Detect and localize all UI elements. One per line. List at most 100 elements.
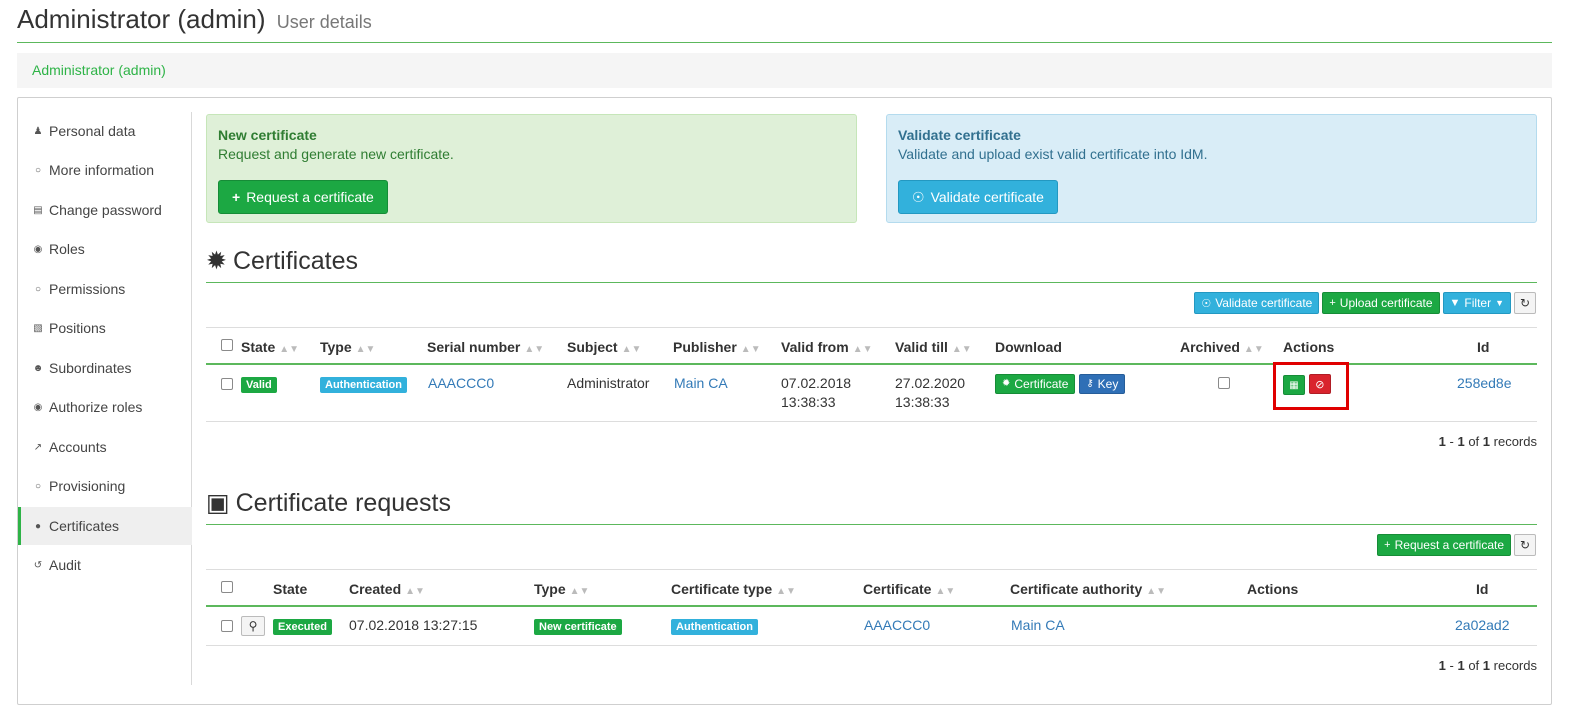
certificates-toolbar: ☉ Validate certificate + Upload certific… bbox=[1194, 292, 1536, 314]
plus-icon: + bbox=[232, 189, 241, 205]
serial-number-link[interactable]: AAACCC0 bbox=[428, 375, 494, 391]
users-icon: ☻ bbox=[32, 362, 44, 374]
request-authority-link[interactable]: Main CA bbox=[1011, 617, 1065, 633]
toolbar-request-label: Request a certificate bbox=[1394, 538, 1504, 552]
sidebar-item-roles[interactable]: ◉ Roles bbox=[18, 230, 192, 268]
certificate-id-link[interactable]: 258ed8e bbox=[1457, 375, 1512, 391]
subject-cell: Administrator bbox=[567, 375, 650, 391]
request-id-link[interactable]: 2a02ad2 bbox=[1455, 617, 1510, 633]
download-buttons: ✹ Certificate ⚷ Key bbox=[995, 373, 1126, 394]
sidebar-item-label: Audit bbox=[49, 557, 81, 573]
request-row-checkbox[interactable] bbox=[221, 619, 233, 635]
validate-certificate-button[interactable]: ☉ Validate certificate bbox=[898, 180, 1058, 214]
requests-select-all-checkbox[interactable] bbox=[221, 580, 233, 596]
sidebar-item-label: Accounts bbox=[49, 439, 107, 455]
sidebar-item-permissions[interactable]: ○ Permissions bbox=[18, 270, 192, 308]
col-valid-till[interactable]: Valid till ▲▼ bbox=[895, 339, 972, 355]
plus-icon: + bbox=[1384, 539, 1391, 551]
page-title-text: Administrator (admin) bbox=[17, 4, 266, 34]
sort-icon: ▲▼ bbox=[776, 586, 796, 597]
col-request-id: Id bbox=[1476, 581, 1489, 597]
col-archived[interactable]: Archived ▲▼ bbox=[1180, 339, 1264, 355]
sidebar-item-authorize-roles[interactable]: ◉ Authorize roles bbox=[18, 388, 192, 426]
sidebar-item-positions[interactable]: ▧ Positions bbox=[18, 309, 192, 347]
refresh-icon: ↻ bbox=[1519, 296, 1531, 310]
refresh-button[interactable]: ↻ bbox=[1514, 292, 1536, 314]
filter-icon: ▼ bbox=[1449, 297, 1461, 309]
request-certificate-label: Request a certificate bbox=[246, 189, 374, 205]
circle-icon: ○ bbox=[34, 480, 42, 492]
sidebar-item-change-password[interactable]: ▤ Change password bbox=[18, 191, 192, 229]
col-request-actions: Actions bbox=[1247, 581, 1299, 597]
sidebar-item-label: Provisioning bbox=[49, 478, 126, 494]
sidebar-item-more-information[interactable]: ○ More information bbox=[18, 151, 192, 189]
sidebar-item-label: Subordinates bbox=[49, 360, 132, 376]
roles-icon: ◉ bbox=[33, 243, 43, 255]
requests-refresh-button[interactable]: ↻ bbox=[1514, 534, 1536, 556]
type-badge: Authentication bbox=[320, 375, 407, 393]
col-state[interactable]: State ▲▼ bbox=[241, 339, 299, 355]
sidebar-item-certificates[interactable]: ● Certificates bbox=[18, 507, 192, 545]
row-checkbox[interactable] bbox=[221, 377, 233, 393]
request-detail-button[interactable]: ⚲ bbox=[241, 616, 265, 636]
request-certificate-link[interactable]: AAACCC0 bbox=[864, 617, 930, 633]
sort-icon: ▲▼ bbox=[569, 586, 590, 597]
sidebar-item-label: Permissions bbox=[49, 281, 126, 297]
validate-certificate-title: Validate certificate bbox=[898, 127, 1021, 143]
sidebar-item-accounts[interactable]: ↗ Accounts bbox=[18, 428, 192, 466]
toolbar-validate-label: Validate certificate bbox=[1215, 296, 1313, 310]
col-certificate[interactable]: Certificate ▲▼ bbox=[863, 581, 955, 597]
breadcrumb-user-link[interactable]: Administrator (admin) bbox=[32, 62, 166, 78]
sidebar-item-audit[interactable]: ↺ Audit bbox=[18, 546, 192, 584]
requests-toolbar: + Request a certificate ↻ bbox=[1377, 534, 1536, 556]
sidebar: ♟ Personal data ○ More information ▤ Cha… bbox=[18, 112, 192, 685]
request-certificate-button[interactable]: + Request a certificate bbox=[218, 180, 388, 214]
sidebar-item-provisioning[interactable]: ○ Provisioning bbox=[18, 467, 192, 505]
sidebar-item-label: Positions bbox=[49, 320, 106, 336]
col-type[interactable]: Type ▲▼ bbox=[320, 339, 375, 355]
col-certificate-authority[interactable]: Certificate authority ▲▼ bbox=[1010, 581, 1166, 597]
col-valid-from[interactable]: Valid from ▲▼ bbox=[781, 339, 872, 355]
plus-icon: + bbox=[1329, 297, 1336, 309]
certificates-heading: ✹ Certificates bbox=[206, 246, 1537, 283]
col-serial-number[interactable]: Serial number ▲▼ bbox=[427, 339, 544, 355]
col-request-type[interactable]: Type ▲▼ bbox=[534, 581, 589, 597]
toolbar-validate-certificate-button[interactable]: ☉ Validate certificate bbox=[1194, 292, 1320, 314]
user-icon: ♟ bbox=[33, 125, 43, 137]
certificate-icon: ✹ bbox=[1002, 378, 1011, 389]
validate-certificate-label: Validate certificate bbox=[930, 189, 1044, 205]
certificate-requests-title: Certificate requests bbox=[235, 489, 451, 517]
download-key-button[interactable]: ⚷ Key bbox=[1079, 373, 1126, 394]
publisher-link[interactable]: Main CA bbox=[674, 375, 728, 391]
sort-icon: ▲▼ bbox=[405, 586, 425, 597]
select-all-checkbox[interactable] bbox=[221, 338, 233, 354]
requests-pagination: 1 - 1 of 1 records bbox=[1438, 658, 1537, 673]
col-request-state: State bbox=[273, 581, 308, 597]
archived-checkbox[interactable] bbox=[1218, 376, 1230, 392]
page-header: Administrator (admin) User details bbox=[17, 0, 1552, 43]
col-subject[interactable]: Subject ▲▼ bbox=[567, 339, 641, 355]
download-certificate-button[interactable]: ✹ Certificate bbox=[995, 373, 1076, 394]
certificate-requests-heading: ▣ Certificate requests bbox=[206, 488, 1537, 525]
sort-icon: ▲▼ bbox=[852, 344, 873, 355]
col-certificate-type[interactable]: Certificate type ▲▼ bbox=[671, 581, 796, 597]
sidebar-item-label: Authorize roles bbox=[49, 399, 143, 415]
toolbar-request-certificate-button[interactable]: + Request a certificate bbox=[1377, 534, 1511, 556]
sidebar-item-personal-data[interactable]: ♟ Personal data bbox=[18, 112, 192, 150]
eye-icon: ☉ bbox=[912, 188, 925, 205]
sidebar-item-label: More information bbox=[49, 162, 155, 178]
col-publisher[interactable]: Publisher ▲▼ bbox=[673, 339, 761, 355]
external-link-icon: ↗ bbox=[33, 441, 43, 453]
sidebar-item-label: Roles bbox=[49, 241, 85, 257]
caret-down-icon: ▼ bbox=[1495, 298, 1504, 308]
request-certificate-type-badge: Authentication bbox=[671, 617, 758, 635]
filter-button[interactable]: ▼ Filter ▼ bbox=[1442, 292, 1511, 314]
new-certificate-title: New certificate bbox=[218, 127, 317, 143]
circle-icon: ○ bbox=[34, 164, 42, 176]
col-actions: Actions bbox=[1283, 339, 1335, 355]
sidebar-item-subordinates[interactable]: ☻ Subordinates bbox=[18, 349, 192, 387]
eye-icon: ☉ bbox=[1201, 297, 1212, 310]
request-created-cell: 07.02.2018 13:27:15 bbox=[349, 617, 478, 633]
upload-certificate-button[interactable]: + Upload certificate bbox=[1322, 292, 1440, 314]
col-created[interactable]: Created ▲▼ bbox=[349, 581, 425, 597]
